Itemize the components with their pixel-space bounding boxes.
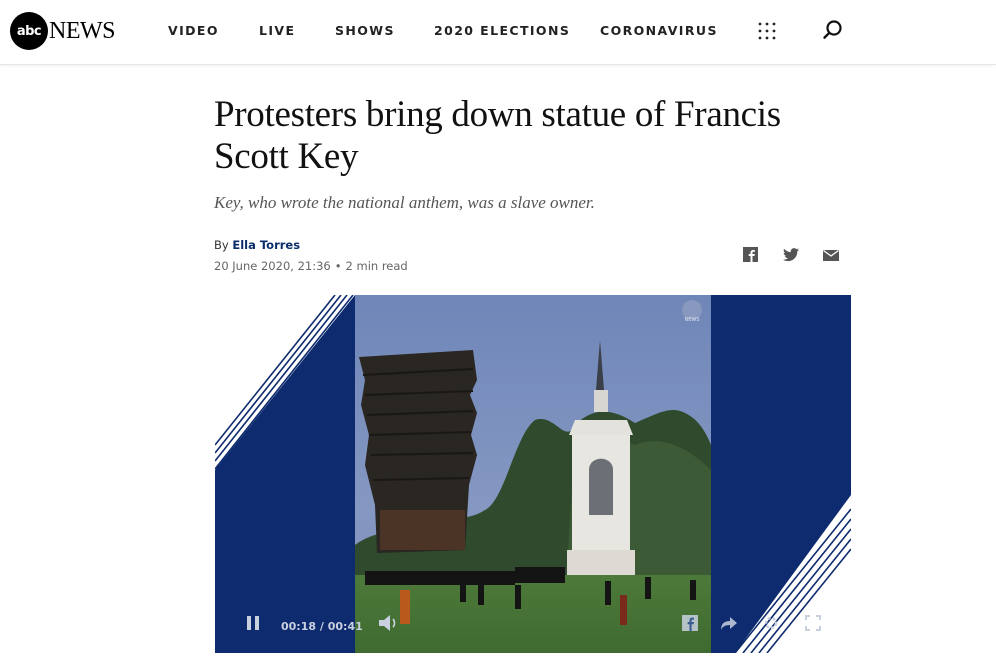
read-time: 2 min read [345, 259, 408, 273]
twitter-icon[interactable] [782, 246, 800, 264]
volume-icon[interactable] [378, 614, 400, 632]
abc-logo-circle: abc [10, 12, 48, 50]
news-wordmark: NEWS [49, 17, 116, 44]
video-facebook-share-icon[interactable] [682, 615, 698, 631]
top-navigation-bar: abc NEWS VIDEO LIVE SHOWS 2020 ELECTIONS… [0, 0, 996, 65]
nav-item-shows[interactable]: SHOWS [335, 23, 395, 38]
byline-prefix: By [214, 238, 229, 252]
share-arrow-icon[interactable] [720, 615, 738, 631]
time-separator: / [319, 620, 324, 633]
settings-icon[interactable] [763, 615, 779, 631]
publish-date: 20 June 2020, 21:36 [214, 259, 331, 273]
article-meta: 20 June 2020, 21:36 • 2 min read [214, 259, 408, 273]
fullscreen-icon[interactable] [805, 615, 821, 631]
nav-item-live[interactable]: LIVE [259, 23, 295, 38]
meta-separator-dot: • [334, 259, 342, 273]
article-subhead: Key, who wrote the national anthem, was … [214, 193, 595, 212]
email-icon[interactable] [822, 246, 840, 264]
video-player[interactable]: NEWS 00:18 / 00:41 [215, 295, 851, 653]
grid-dots-icon[interactable] [758, 22, 776, 40]
abc-news-logo[interactable]: abc NEWS [10, 12, 116, 50]
facebook-icon[interactable] [742, 246, 760, 264]
nav-item-2020-elections[interactable]: 2020 ELECTIONS [434, 23, 570, 38]
video-watermark: NEWS [684, 317, 699, 323]
current-time: 00:18 [281, 620, 317, 633]
pause-icon[interactable] [245, 615, 261, 631]
byline: By Ella Torres [214, 238, 300, 252]
video-time-display: 00:18 / 00:41 [281, 620, 363, 633]
duration: 00:41 [327, 620, 363, 633]
article-headline: Protesters bring down statue of Francis … [214, 94, 781, 177]
nav-item-video[interactable]: VIDEO [168, 23, 219, 38]
nav-item-coronavirus[interactable]: CORONAVIRUS [600, 23, 718, 38]
search-icon[interactable] [822, 19, 844, 41]
author-link[interactable]: Ella Torres [232, 238, 300, 252]
